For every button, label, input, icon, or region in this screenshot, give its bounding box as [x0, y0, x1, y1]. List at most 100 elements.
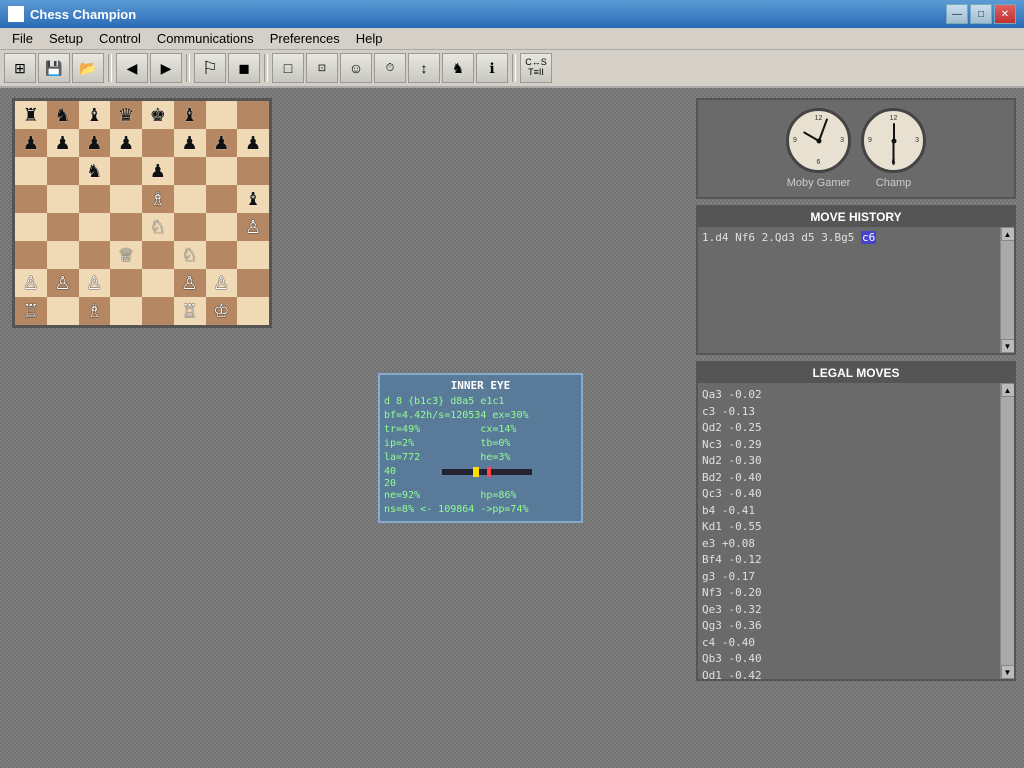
legal-move-14[interactable]: Qg3 -0.36	[702, 618, 996, 635]
cell-r7-c5[interactable]: ♖	[174, 297, 206, 325]
legal-move-2[interactable]: Qd2 -0.25	[702, 420, 996, 437]
cell-r6-c6[interactable]: ♙	[206, 269, 238, 297]
minimize-button[interactable]: —	[946, 4, 968, 24]
scroll-down-arrow-history[interactable]: ▼	[1001, 339, 1015, 353]
cell-r2-c6[interactable]	[206, 157, 238, 185]
arrow-button[interactable]: ↕	[408, 53, 440, 83]
legal-move-12[interactable]: Nf3 -0.20	[702, 585, 996, 602]
cell-r1-c6[interactable]: ♟	[206, 129, 238, 157]
cell-r5-c7[interactable]	[237, 241, 269, 269]
cell-r4-c3[interactable]	[110, 213, 142, 241]
cell-r4-c0[interactable]	[15, 213, 47, 241]
forward-button[interactable]: ▶	[150, 53, 182, 83]
cell-r3-c7[interactable]: ♝	[237, 185, 269, 213]
cell-r4-c7[interactable]: ♙	[237, 213, 269, 241]
cell-r1-c2[interactable]: ♟	[79, 129, 111, 157]
cell-r0-c7[interactable]	[237, 101, 269, 129]
cell-r5-c3[interactable]: ♕	[110, 241, 142, 269]
cell-r5-c0[interactable]	[15, 241, 47, 269]
legal-move-9[interactable]: e3 +0.08	[702, 536, 996, 553]
rewind-button[interactable]: ◀	[116, 53, 148, 83]
cell-r4-c2[interactable]	[79, 213, 111, 241]
cell-r6-c1[interactable]: ♙	[47, 269, 79, 297]
cell-r2-c2[interactable]: ♞	[79, 157, 111, 185]
cell-r7-c2[interactable]: ♗	[79, 297, 111, 325]
cell-r1-c5[interactable]: ♟	[174, 129, 206, 157]
cell-r4-c6[interactable]	[206, 213, 238, 241]
cell-r1-c1[interactable]: ♟	[47, 129, 79, 157]
legal-move-4[interactable]: Nd2 -0.30	[702, 453, 996, 470]
scroll-up-arrow-legal[interactable]: ▲	[1001, 383, 1015, 397]
info-button[interactable]: ℹ	[476, 53, 508, 83]
close-button[interactable]: ✕	[994, 4, 1016, 24]
cell-r1-c7[interactable]: ♟	[237, 129, 269, 157]
grid-button[interactable]: ⊡	[306, 53, 338, 83]
cell-r7-c4[interactable]	[142, 297, 174, 325]
knight-button[interactable]: ♞	[442, 53, 474, 83]
cell-r0-c5[interactable]: ♝	[174, 101, 206, 129]
open-button[interactable]: 📂	[72, 53, 104, 83]
cell-r6-c4[interactable]	[142, 269, 174, 297]
legal-move-11[interactable]: g3 -0.17	[702, 569, 996, 586]
cell-r0-c2[interactable]: ♝	[79, 101, 111, 129]
menu-setup[interactable]: Setup	[41, 29, 91, 48]
legal-move-0[interactable]: Qa3 -0.02	[702, 387, 996, 404]
move-history-scrollbar[interactable]: ▲ ▼	[1000, 227, 1014, 353]
chess-board-area[interactable]: ♜♞♝♛♚♝♟♟♟♟♟♟♟♞♟♗♝♘♙♕♘♙♙♙♙♙♖♗♖♔	[12, 98, 272, 328]
cell-r3-c1[interactable]	[47, 185, 79, 213]
scroll-down-arrow-legal[interactable]: ▼	[1001, 665, 1015, 679]
cell-r5-c1[interactable]	[47, 241, 79, 269]
legal-move-1[interactable]: c3 -0.13	[702, 404, 996, 421]
legal-move-17[interactable]: Qd1 -0.42	[702, 668, 996, 680]
cell-r6-c2[interactable]: ♙	[79, 269, 111, 297]
cell-r7-c6[interactable]: ♔	[206, 297, 238, 325]
cell-r6-c5[interactable]: ♙	[174, 269, 206, 297]
cell-r2-c1[interactable]	[47, 157, 79, 185]
cell-r3-c0[interactable]	[15, 185, 47, 213]
square-button[interactable]: □	[272, 53, 304, 83]
cell-r2-c4[interactable]: ♟	[142, 157, 174, 185]
cell-r0-c1[interactable]: ♞	[47, 101, 79, 129]
cell-r5-c6[interactable]	[206, 241, 238, 269]
legal-move-8[interactable]: Kd1 -0.55	[702, 519, 996, 536]
menu-communications[interactable]: Communications	[149, 29, 262, 48]
legal-moves-scrollbar[interactable]: ▲ ▼	[1000, 383, 1014, 679]
menu-preferences[interactable]: Preferences	[262, 29, 348, 48]
legal-move-3[interactable]: Nc3 -0.29	[702, 437, 996, 454]
cell-r1-c4[interactable]	[142, 129, 174, 157]
cell-r0-c3[interactable]: ♛	[110, 101, 142, 129]
cell-r1-c0[interactable]: ♟	[15, 129, 47, 157]
cell-r0-c4[interactable]: ♚	[142, 101, 174, 129]
cs-button[interactable]: C↔ST≡II	[520, 53, 552, 83]
cell-r3-c5[interactable]	[174, 185, 206, 213]
legal-move-7[interactable]: b4 -0.41	[702, 503, 996, 520]
cell-r4-c1[interactable]	[47, 213, 79, 241]
cell-r0-c6[interactable]	[206, 101, 238, 129]
move-history-content[interactable]: 1.d4 Nf6 2.Qd3 d5 3.Bg5 c6	[698, 227, 1000, 353]
legal-move-6[interactable]: Qc3 -0.40	[702, 486, 996, 503]
cell-r7-c1[interactable]	[47, 297, 79, 325]
face-button[interactable]: ☺	[340, 53, 372, 83]
cell-r5-c2[interactable]	[79, 241, 111, 269]
cell-r3-c4[interactable]: ♗	[142, 185, 174, 213]
cell-r2-c3[interactable]	[110, 157, 142, 185]
stop-button[interactable]: ◼	[228, 53, 260, 83]
menu-help[interactable]: Help	[348, 29, 391, 48]
legal-move-16[interactable]: Qb3 -0.40	[702, 651, 996, 668]
cell-r1-c3[interactable]: ♟	[110, 129, 142, 157]
cell-r0-c0[interactable]: ♜	[15, 101, 47, 129]
save-button[interactable]: 💾	[38, 53, 70, 83]
cell-r3-c3[interactable]	[110, 185, 142, 213]
legal-move-15[interactable]: c4 -0.40	[702, 635, 996, 652]
cell-r2-c5[interactable]	[174, 157, 206, 185]
cell-r6-c0[interactable]: ♙	[15, 269, 47, 297]
cell-r7-c0[interactable]: ♖	[15, 297, 47, 325]
cell-r7-c7[interactable]	[237, 297, 269, 325]
maximize-button[interactable]: □	[970, 4, 992, 24]
cell-r5-c5[interactable]: ♘	[174, 241, 206, 269]
cell-r6-c7[interactable]	[237, 269, 269, 297]
menu-file[interactable]: File	[4, 29, 41, 48]
legal-move-13[interactable]: Qe3 -0.32	[702, 602, 996, 619]
cell-r6-c3[interactable]	[110, 269, 142, 297]
cell-r4-c4[interactable]: ♘	[142, 213, 174, 241]
